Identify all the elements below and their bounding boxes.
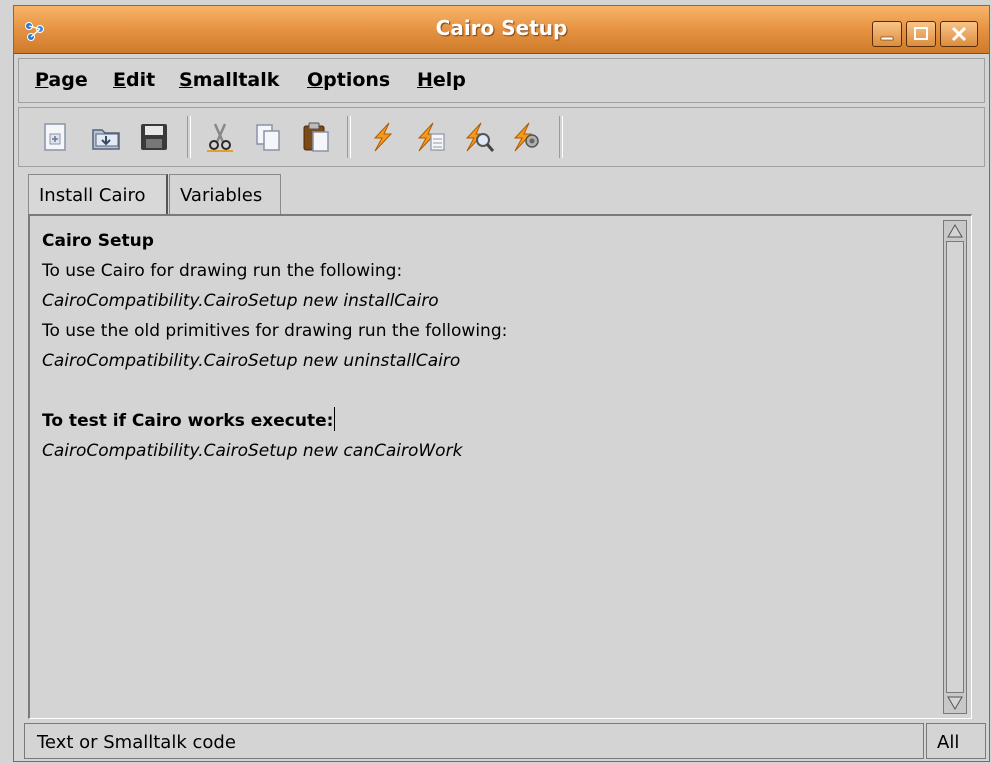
menu-smalltalk-mnemonic: S — [179, 69, 193, 91]
menu-help-label: elp — [432, 69, 466, 91]
debug-it-icon[interactable] — [509, 120, 543, 154]
open-file-icon[interactable] — [89, 120, 123, 154]
tab-install-cairo-label: Install Cairo — [39, 185, 146, 206]
editor-line: To use Cairo for drawing run the followi… — [42, 261, 403, 281]
save-icon[interactable] — [137, 120, 171, 154]
maximize-button[interactable] — [906, 21, 936, 47]
menu-help-mnemonic: H — [417, 69, 433, 91]
tab-variables-label: Variables — [180, 185, 263, 206]
menu-page-mnemonic: P — [35, 69, 49, 91]
menu-bar: Page Edit Smalltalk Options Help — [18, 58, 985, 103]
menu-edit-label: dit — [125, 69, 156, 91]
minimize-icon — [880, 36, 894, 41]
minimize-button[interactable] — [872, 21, 902, 47]
inspect-it-icon[interactable] — [461, 120, 495, 154]
toolbar-separator — [187, 116, 191, 158]
do-it-icon[interactable] — [365, 120, 399, 154]
menu-edit-mnemonic: E — [113, 69, 126, 91]
status-scope: All — [926, 723, 986, 759]
cairo-setup-window: Cairo Setup Page Edit Smalltalk Options … — [13, 5, 990, 762]
toolbar-separator — [559, 116, 563, 158]
editor-line: To use the old primitives for drawing ru… — [42, 321, 508, 341]
status-message: Text or Smalltalk code — [24, 723, 924, 759]
code-editor[interactable]: Cairo Setup To use Cairo for drawing run… — [28, 214, 972, 719]
menu-options[interactable]: Options — [307, 69, 390, 91]
editor-text[interactable]: Cairo Setup To use Cairo for drawing run… — [42, 226, 931, 466]
menu-options-label: ptions — [323, 69, 391, 91]
title-bar[interactable]: Cairo Setup — [14, 6, 989, 54]
scroll-down-arrow-icon[interactable] — [946, 695, 964, 711]
menu-help[interactable]: Help — [417, 69, 466, 91]
editor-line: CairoCompatibility.CairoSetup new canCai… — [42, 441, 463, 461]
close-button[interactable] — [940, 21, 978, 47]
cut-icon[interactable] — [203, 120, 237, 154]
menu-edit[interactable]: Edit — [113, 69, 155, 91]
print-it-icon[interactable] — [413, 120, 447, 154]
toolbar-separator — [347, 116, 351, 158]
menu-page-label: age — [48, 69, 88, 91]
editor-line-with-caret: To test if Cairo works execute: — [42, 406, 931, 436]
paste-icon[interactable] — [299, 120, 333, 154]
editor-line: To test if Cairo works execute: — [42, 411, 334, 431]
maximize-icon — [914, 27, 928, 40]
toolbar — [18, 107, 985, 167]
close-icon — [951, 26, 967, 42]
scroll-up-arrow-icon[interactable] — [946, 223, 964, 239]
menu-options-mnemonic: O — [307, 69, 324, 91]
tab-install-cairo[interactable]: Install Cairo — [28, 174, 168, 214]
menu-page[interactable]: Page — [35, 69, 88, 91]
text-caret — [334, 407, 336, 431]
tab-variables[interactable]: Variables — [169, 174, 281, 214]
vertical-scrollbar[interactable] — [943, 220, 967, 714]
scrollbar-thumb[interactable] — [946, 241, 964, 693]
menu-smalltalk[interactable]: Smalltalk — [179, 69, 279, 91]
new-page-icon[interactable] — [39, 120, 73, 154]
menu-smalltalk-label: malltalk — [192, 69, 280, 91]
copy-icon[interactable] — [251, 120, 285, 154]
window-title: Cairo Setup — [435, 16, 568, 40]
editor-line: CairoCompatibility.CairoSetup new uninst… — [42, 351, 461, 371]
editor-line: CairoCompatibility.CairoSetup new instal… — [42, 291, 439, 311]
editor-line: Cairo Setup — [42, 231, 154, 251]
